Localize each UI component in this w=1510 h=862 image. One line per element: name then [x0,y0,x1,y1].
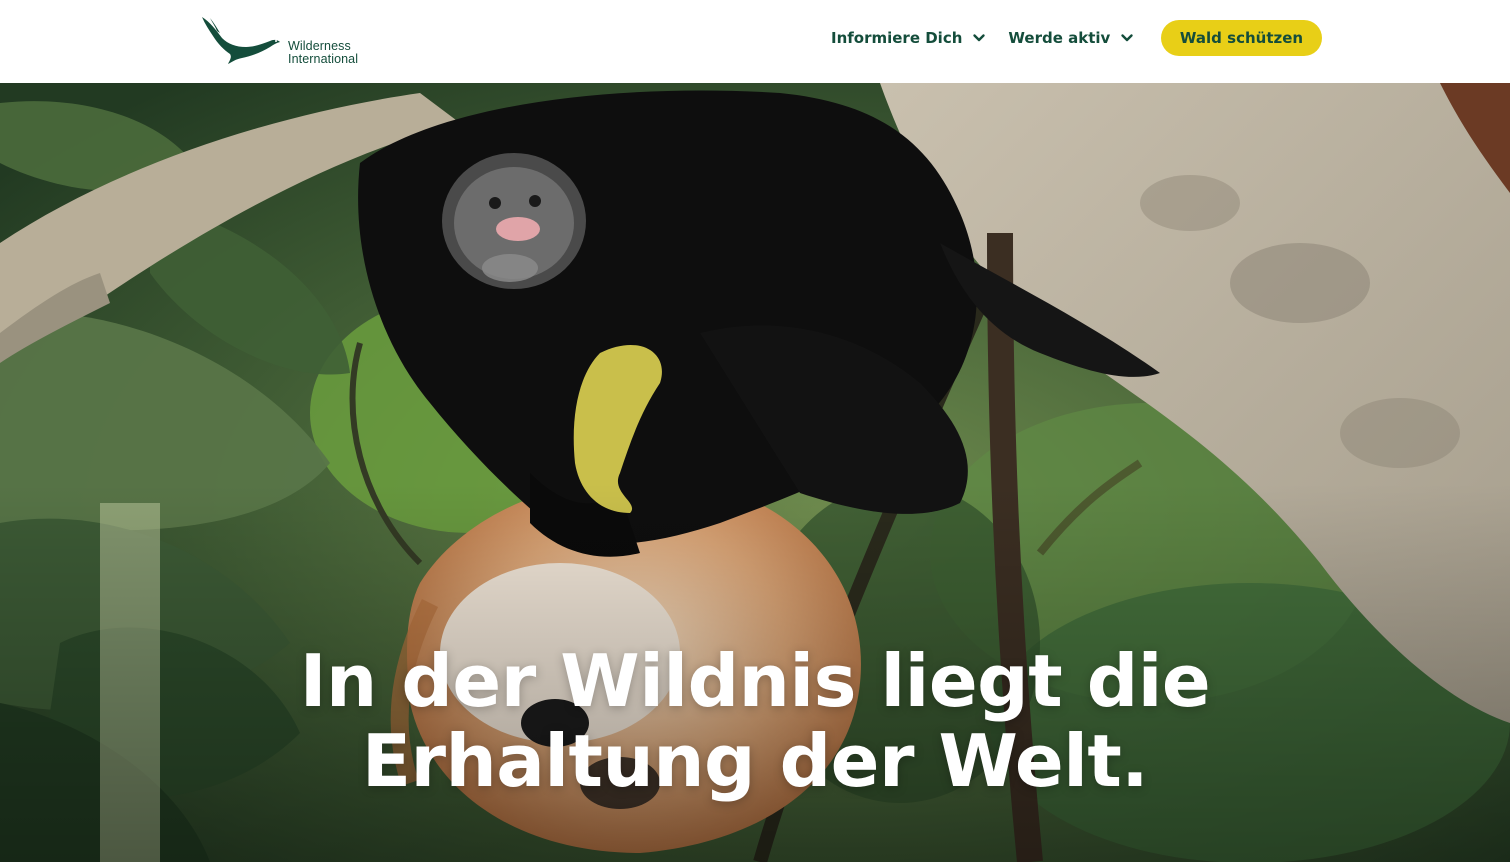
main-navigation: Informiere Dich Werde aktiv [831,20,1134,56]
hero-section: In der Wildnis liegt die Erhaltung der W… [0,83,1510,862]
nav-item-werde-aktiv[interactable]: Werde aktiv [1008,20,1134,56]
logo-name-line2: International [288,52,359,66]
wald-schuetzen-button[interactable]: Wald schützen [1161,20,1322,56]
logo-link[interactable]: Wilderness International [200,14,380,70]
logo-wordmark: Wilderness International [288,40,358,66]
eagle-logo-icon [202,17,280,64]
hero-title-line1: In der Wildnis liegt die [299,639,1211,723]
nav-item-label: Informiere Dich [831,29,963,47]
nav-item-informiere-dich[interactable]: Informiere Dich [831,20,986,56]
chevron-down-icon [973,34,986,42]
hero-title: In der Wildnis liegt die Erhaltung der W… [0,641,1510,801]
chevron-down-icon [1121,34,1133,42]
site-header: Wilderness International Informiere Dich… [0,0,1510,83]
page: Wilderness International Informiere Dich… [0,0,1510,862]
hero-title-line2: Erhaltung der Welt. [361,719,1149,803]
nav-item-label: Werde aktiv [1008,29,1111,47]
